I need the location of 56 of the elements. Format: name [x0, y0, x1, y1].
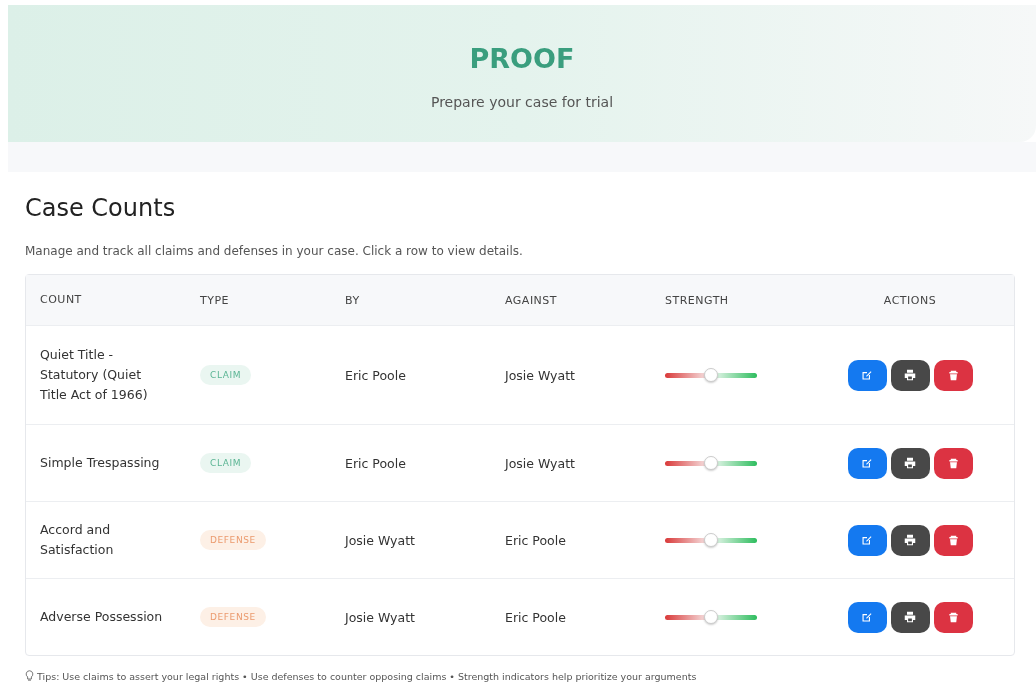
print-button[interactable]: [890, 601, 930, 633]
column-header: STRENGTH: [664, 293, 730, 307]
edit-icon: [861, 457, 873, 469]
by-party: Eric Poole: [345, 367, 406, 383]
by-party: Eric Poole: [345, 455, 406, 471]
column-header: COUNT: [39, 292, 83, 309]
against-party: Josie Wyatt: [505, 367, 575, 383]
count-name[interactable]: Accord and Satisfaction: [40, 520, 165, 560]
edit-button[interactable]: [847, 524, 887, 556]
count-name[interactable]: Simple Trespassing: [40, 453, 165, 473]
trash-icon: [947, 534, 959, 546]
app-title: PROOF: [469, 43, 575, 74]
column-header: TYPE: [199, 293, 231, 307]
against-party: Josie Wyatt: [505, 455, 575, 471]
print-icon: [904, 457, 916, 469]
type-tag: CLAIM: [200, 453, 252, 473]
slider-thumb[interactable]: [704, 609, 718, 624]
print-button[interactable]: [890, 359, 930, 391]
column-header: AGAINST: [504, 293, 559, 307]
section-title: Case Counts: [25, 194, 177, 222]
count-name[interactable]: Adverse Possession: [40, 607, 165, 627]
app-subtitle: Prepare your case for trial: [430, 94, 614, 110]
tips-text: Tips: Use claims to assert your legal rights • Use defenses to counter opposing claims • Strength indicators help prioritize your arguments: [37, 670, 697, 682]
trash-icon: [947, 369, 959, 381]
delete-button[interactable]: [933, 359, 973, 391]
print-button[interactable]: [890, 524, 930, 556]
edit-button[interactable]: [847, 359, 887, 391]
against-party: Eric Poole: [505, 532, 566, 548]
by-party: Josie Wyatt: [345, 532, 415, 548]
by-party: Josie Wyatt: [345, 609, 415, 625]
against-party: Eric Poole: [505, 609, 566, 625]
trash-icon: [947, 611, 959, 623]
type-tag: CLAIM: [200, 365, 252, 385]
count-name[interactable]: Quiet Title - Statutory (Quiet Title Act of 1966): [40, 345, 165, 405]
column-header: BY: [344, 293, 361, 307]
delete-button[interactable]: [933, 447, 973, 479]
slider-thumb[interactable]: [704, 532, 718, 547]
edit-icon: [861, 369, 873, 381]
delete-button[interactable]: [933, 601, 973, 633]
slider-thumb[interactable]: [704, 455, 718, 470]
delete-button[interactable]: [933, 524, 973, 556]
edit-icon: [861, 534, 873, 546]
column-header: ACTIONS: [882, 293, 938, 307]
type-tag: DEFENSE: [200, 607, 266, 627]
print-button[interactable]: [890, 447, 930, 479]
edit-icon: [861, 611, 873, 623]
print-icon: [904, 369, 916, 381]
trash-icon: [947, 457, 959, 469]
type-tag: DEFENSE: [200, 530, 266, 550]
print-icon: [904, 534, 916, 546]
section-description: Manage and track all claims and defenses in your case. Click a row to view details.: [25, 244, 524, 258]
edit-button[interactable]: [847, 447, 887, 479]
slider-thumb[interactable]: [704, 367, 718, 382]
lightbulb-icon: [25, 670, 34, 682]
print-icon: [904, 611, 916, 623]
edit-button[interactable]: [847, 601, 887, 633]
